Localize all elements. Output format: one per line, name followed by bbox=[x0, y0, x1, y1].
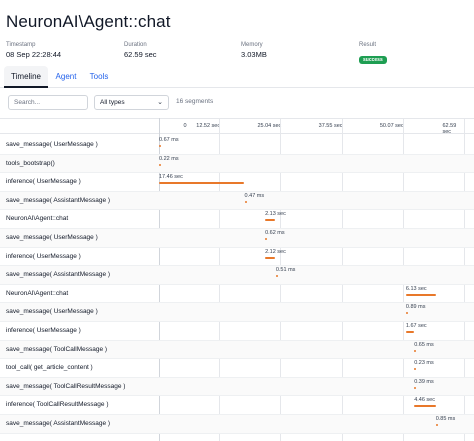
tab-agent[interactable]: Agent bbox=[50, 66, 82, 88]
meta-memory-value: 3.03MB bbox=[241, 50, 267, 59]
timeline-row[interactable]: save_message( UserMessage ) 0.62 ms bbox=[0, 229, 474, 248]
segment-duration: 0.67 ms bbox=[159, 137, 179, 143]
timeline-row[interactable]: save_message( ToolCallResultMessage ) 0.3… bbox=[0, 377, 474, 397]
segment-duration: 17.46 sec bbox=[159, 174, 183, 181]
segment-label: save_message( ToolCallMessage ) bbox=[6, 345, 108, 353]
segment-duration: 0.62 ms bbox=[265, 230, 285, 236]
segment-bar[interactable] bbox=[414, 368, 417, 371]
axis-tick-label: 50.07 sec bbox=[379, 123, 404, 129]
timeline-row[interactable]: inference( UserMessage ) 2.12 sec bbox=[0, 248, 474, 267]
timeline-grid: 0 12.52 sec 25.04 sec 37.55 sec 50.07 sec 62.… bbox=[0, 118, 474, 441]
segment-count: 16 segments bbox=[176, 98, 214, 105]
meta-memory: Memory 3.03MB bbox=[241, 42, 267, 59]
segment-bar[interactable] bbox=[159, 145, 161, 147]
timeline-row[interactable]: tool_call( get_article_content ) 0.23 ms bbox=[0, 359, 474, 378]
segment-label: save_message( AssistantMessage ) bbox=[6, 196, 111, 204]
meta-result: Result success bbox=[359, 42, 387, 66]
segment-duration: 0.23 ms bbox=[414, 360, 434, 367]
page-title: NeuronAI\Agent::chat bbox=[6, 12, 171, 31]
status-badge: success bbox=[359, 56, 387, 64]
segment-label: tools_bootstrap() bbox=[6, 159, 55, 167]
meta-duration-label: Duration bbox=[124, 42, 147, 48]
segment-bar[interactable] bbox=[159, 182, 245, 185]
segment-duration: 0.65 ms bbox=[414, 341, 434, 348]
segment-duration: 2.13 sec bbox=[265, 211, 286, 218]
segment-duration: 0.22 ms bbox=[159, 155, 179, 162]
timeline-row[interactable]: save_message( AssistantMessage ) 0.47 ms bbox=[0, 191, 474, 211]
segment-label: NeuronAI\Agent::chat bbox=[6, 215, 69, 223]
timeline-row[interactable]: inference( UserMessage ) 1.67 sec bbox=[0, 322, 474, 341]
segment-duration: 0.39 ms bbox=[414, 378, 434, 385]
axis-tick-label: 0 bbox=[183, 123, 187, 129]
segment-bar[interactable] bbox=[414, 386, 417, 389]
timeline-row[interactable]: NeuronAI\Agent::chat 6.13 sec bbox=[0, 285, 474, 304]
segment-label: NeuronAI\Agent::chat bbox=[6, 289, 69, 297]
segment-bar[interactable] bbox=[405, 312, 408, 315]
timeline-toolbar: All types ⌄ 16 segments bbox=[0, 93, 474, 113]
trace-detail-view: NeuronAI\Agent::chat Timestamp 08 Sep 22… bbox=[0, 0, 474, 441]
timeline-row[interactable]: inference( ToolCallResultMessage ) 4.46 s… bbox=[0, 396, 474, 415]
timeline-row[interactable]: inference( UserMessage ) 17.46 sec bbox=[0, 173, 474, 192]
meta-timestamp: Timestamp 08 Sep 22:28:44 bbox=[6, 42, 61, 59]
axis-tick-label: 12.52 sec bbox=[196, 123, 221, 129]
meta-timestamp-label: Timestamp bbox=[6, 42, 36, 48]
type-filter-select[interactable]: All types ⌄ bbox=[94, 95, 169, 110]
tab-tools[interactable]: Tools bbox=[84, 66, 114, 88]
type-filter-value: All types bbox=[100, 99, 125, 106]
segment-duration: 6.13 sec bbox=[405, 285, 427, 292]
segment-bar[interactable] bbox=[414, 405, 436, 408]
segment-label: inference( ToolCallResultMessage ) bbox=[6, 401, 109, 409]
segment-bar[interactable] bbox=[265, 219, 276, 222]
meta-result-label: Result bbox=[359, 42, 377, 48]
segment-duration: 0.85 ms bbox=[435, 416, 456, 422]
segment-label: save_message( UserMessage ) bbox=[6, 234, 98, 241]
axis-tick-label: 62.59 sec bbox=[442, 123, 457, 135]
meta-duration-value: 62.59 sec bbox=[124, 50, 157, 59]
segment-label: inference( UserMessage ) bbox=[6, 252, 81, 260]
segment-bar[interactable] bbox=[159, 163, 161, 166]
tab-timeline[interactable]: Timeline bbox=[4, 66, 48, 88]
timeline-row[interactable]: save_message( AssistantMessage ) 0.85 ms bbox=[0, 415, 474, 434]
timeline-row[interactable]: tools_bootstrap() 0.22 ms bbox=[0, 154, 474, 174]
segment-label: tool_call( get_article_content ) bbox=[6, 364, 93, 372]
segment-bar[interactable] bbox=[265, 256, 276, 259]
chevron-down-icon: ⌄ bbox=[157, 99, 163, 106]
segment-duration: 0.47 ms bbox=[244, 192, 265, 199]
segment-bar[interactable] bbox=[414, 349, 417, 352]
segment-bar[interactable] bbox=[275, 275, 278, 278]
timeline-row[interactable]: save_message( AssistantMessage ) 0.51 ms bbox=[0, 266, 474, 285]
segment-duration: 1.67 sec bbox=[405, 323, 427, 329]
meta-memory-label: Memory bbox=[241, 42, 263, 48]
meta-timestamp-value: 08 Sep 22:28:44 bbox=[6, 50, 62, 59]
meta-duration: Duration 62.59 sec bbox=[124, 42, 157, 59]
timeline-row[interactable]: save_message( UserMessage ) 0.89 ms bbox=[0, 303, 474, 322]
axis-tick-label: 25.04 sec bbox=[257, 123, 282, 129]
axis-tick-label: 37.55 sec bbox=[318, 123, 343, 129]
segment-bar[interactable] bbox=[435, 424, 438, 426]
segment-duration: 4.46 sec bbox=[414, 397, 435, 404]
segment-duration: 0.51 ms bbox=[275, 267, 296, 274]
segment-bar[interactable] bbox=[405, 331, 415, 333]
segment-label: save_message( AssistantMessage ) bbox=[6, 271, 111, 279]
segment-label: save_message( UserMessage ) bbox=[6, 308, 98, 316]
segment-bar[interactable] bbox=[405, 293, 436, 296]
segment-duration: 2.12 sec bbox=[265, 248, 286, 255]
segment-label: save_message( AssistantMessage ) bbox=[6, 420, 111, 427]
timeline-row[interactable]: save_message( ToolCallMessage ) 0.65 ms bbox=[0, 340, 474, 360]
segment-duration: 0.89 ms bbox=[405, 304, 426, 311]
timeline-row[interactable]: NeuronAI\Agent::chat 2.13 sec bbox=[0, 210, 474, 229]
tab-bar: Timeline Agent Tools bbox=[0, 66, 474, 88]
segment-label: save_message( ToolCallResultMessage ) bbox=[6, 382, 126, 390]
search-input[interactable] bbox=[8, 95, 88, 110]
segment-label: save_message( UserMessage ) bbox=[6, 141, 98, 148]
segment-bar[interactable] bbox=[244, 200, 247, 203]
segment-label: inference( UserMessage ) bbox=[6, 327, 81, 334]
segment-label: inference( UserMessage ) bbox=[6, 178, 81, 186]
segment-bar[interactable] bbox=[265, 238, 268, 240]
timeline-row[interactable]: save_message( UserMessage ) 0.67 ms bbox=[0, 136, 474, 155]
